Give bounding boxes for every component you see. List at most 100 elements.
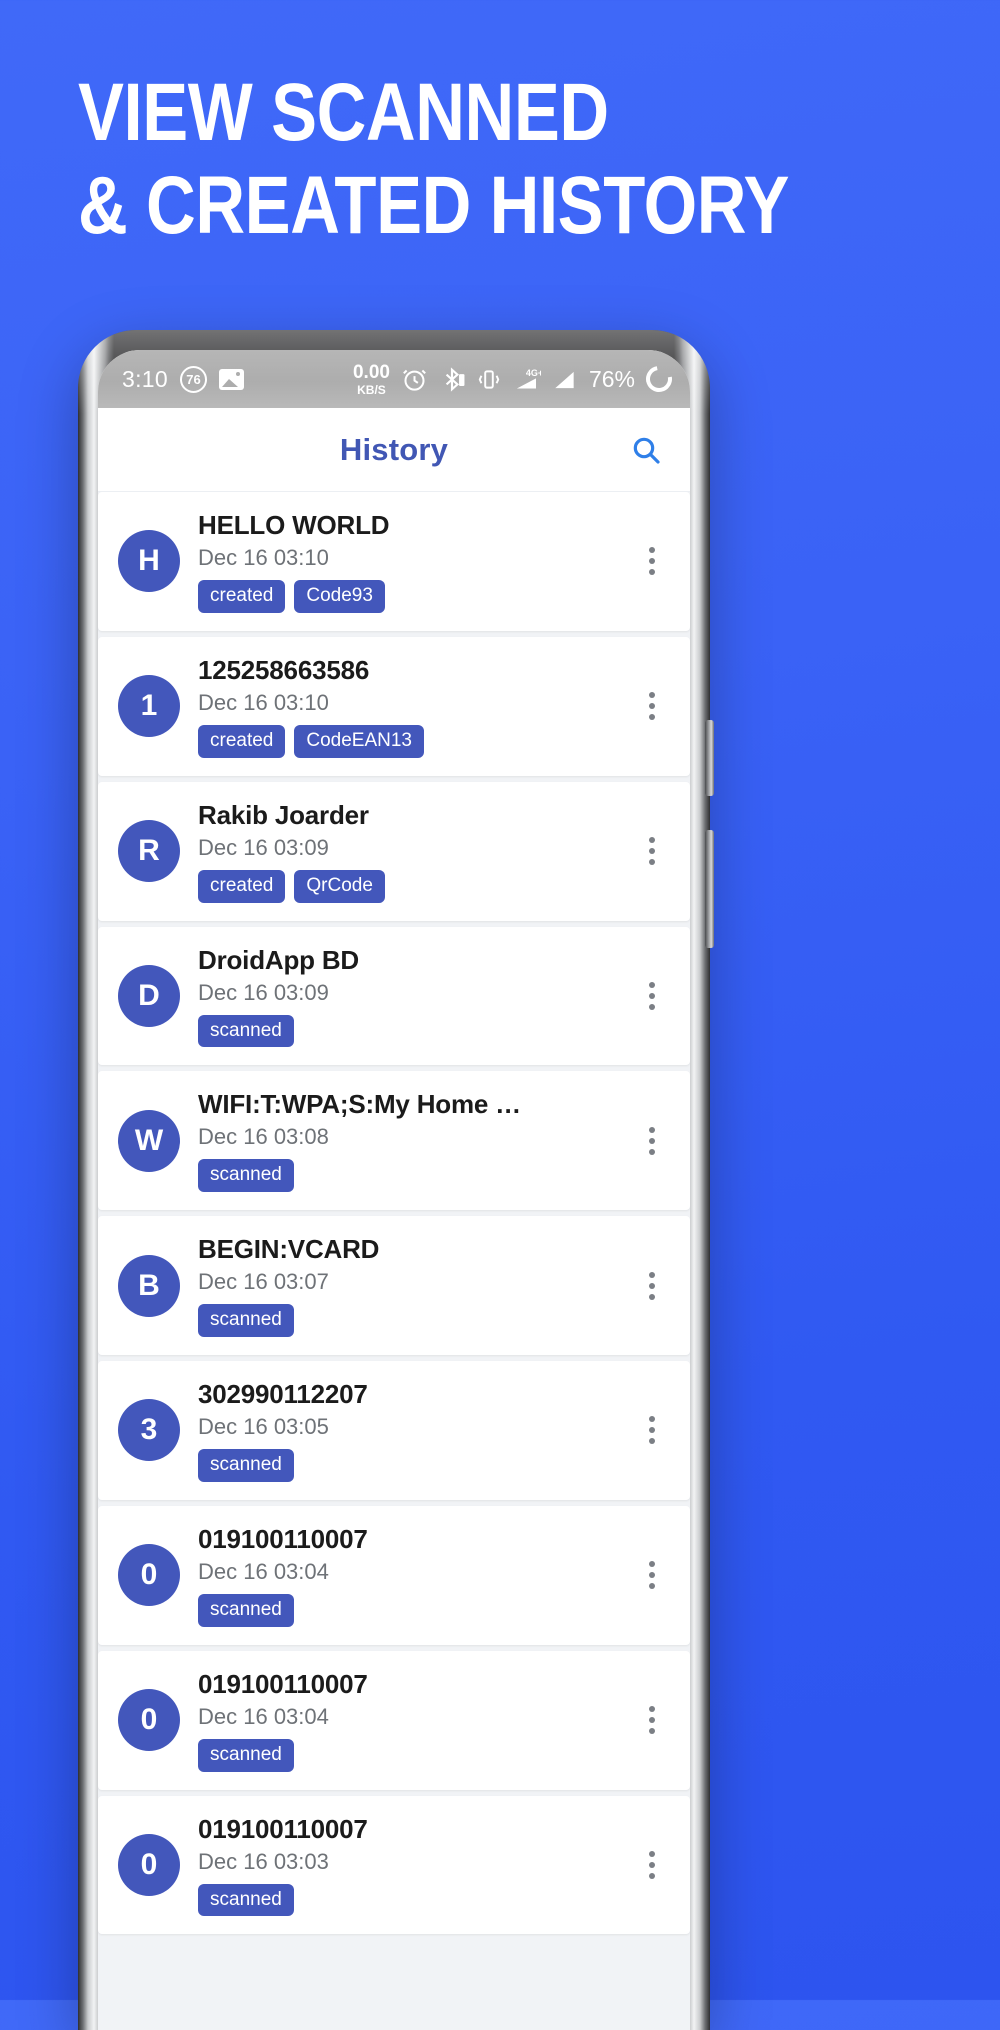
list-item[interactable]: D DroidApp BD Dec 16 03:09 scanned (98, 926, 690, 1066)
list-item-chips: created CodeEAN13 (198, 724, 612, 758)
list-item-timestamp: Dec 16 03:03 (198, 1848, 329, 1874)
list-item-title: Rakib Joarder (198, 799, 369, 830)
alarm-clock-icon (403, 369, 426, 391)
list-item-content: 125258663586 Dec 16 03:10 created CodeEAN13 (198, 655, 612, 758)
status-badge: scanned (198, 1304, 294, 1338)
promo-headline-line-1: VIEW SCANNED (78, 67, 609, 158)
battery-ring-icon (640, 360, 678, 398)
status-badge: scanned (198, 1159, 294, 1193)
list-item[interactable]: R Rakib Joarder Dec 16 03:09 created QrCode (98, 781, 690, 921)
list-item-chips: created QrCode (198, 869, 612, 903)
phone-mockup: 3:10 76 0.00 KB/S 4G 76% History H HELLO… (78, 330, 714, 2030)
phone-volume-button[interactable] (705, 720, 714, 796)
list-item-content: WIFI:T:WPA;S:My Home … Dec 16 03:08 scanne… (198, 1089, 612, 1193)
battery-percent-label: 76% (588, 365, 635, 392)
more-options-icon[interactable] (630, 981, 674, 1010)
list-item-timestamp: Dec 16 03:04 (198, 1703, 329, 1729)
list-item[interactable]: 0 019100110007 Dec 16 03:04 scanned (98, 1505, 690, 1645)
list-item-timestamp: Dec 16 03:10 (198, 689, 329, 715)
status-badge: QrCode (294, 869, 385, 903)
more-options-icon[interactable] (630, 837, 674, 866)
status-badge: scanned (198, 1883, 294, 1917)
svg-text:4G+: 4G+ (526, 368, 541, 378)
avatar: B (118, 1254, 180, 1317)
more-options-icon[interactable] (630, 1851, 674, 1880)
avatar: D (118, 964, 180, 1027)
vibrate-icon (478, 369, 500, 389)
more-options-icon[interactable] (630, 1416, 674, 1445)
list-item[interactable]: 0 019100110007 Dec 16 03:04 scanned (98, 1650, 690, 1790)
more-options-icon[interactable] (630, 1561, 674, 1590)
list-item[interactable]: B BEGIN:VCARD Dec 16 03:07 scanned (98, 1216, 690, 1356)
status-badge: scanned (198, 1738, 294, 1772)
list-item-chips: scanned (198, 1593, 612, 1627)
history-list[interactable]: H HELLO WORLD Dec 16 03:10 created Code93 1 12… (98, 492, 690, 2030)
list-item-content: HELLO WORLD Dec 16 03:10 created Code93 (198, 510, 612, 613)
list-item[interactable]: 1 125258663586 Dec 16 03:10 created CodeEAN1… (98, 636, 690, 776)
avatar: 0 (118, 1834, 180, 1897)
status-badge: CodeEAN13 (294, 724, 424, 758)
more-options-icon[interactable] (630, 547, 674, 576)
list-item-content: 019100110007 Dec 16 03:04 scanned (198, 1669, 612, 1772)
list-item-timestamp: Dec 16 03:10 (198, 545, 329, 570)
list-item-title: 019100110007 (198, 1523, 368, 1554)
avatar: 0 (118, 1689, 180, 1752)
more-options-icon[interactable] (630, 1706, 674, 1735)
list-item-title: HELLO WORLD (198, 510, 390, 540)
search-icon[interactable] (624, 428, 668, 472)
list-item-content: BEGIN:VCARD Dec 16 03:07 scanned (198, 1234, 612, 1338)
list-item-chips: scanned (198, 1449, 612, 1482)
signal-bars-icon (555, 371, 574, 388)
list-item-chips: created Code93 (198, 580, 612, 613)
list-item-content: 302990112207 Dec 16 03:05 scanned (198, 1379, 612, 1482)
status-bar-left: 3:10 76 (122, 365, 244, 393)
phone-power-button[interactable] (705, 830, 714, 948)
phone-screen: 3:10 76 0.00 KB/S 4G 76% History H HELLO… (98, 350, 690, 2030)
page-title: History (339, 431, 449, 467)
more-options-icon[interactable] (630, 692, 674, 721)
list-item-title: 019100110007 (198, 1813, 368, 1844)
status-badge: scanned (198, 1449, 294, 1482)
status-badge: scanned (198, 1593, 294, 1627)
status-badge: created (198, 580, 286, 613)
list-item-chips: scanned (198, 1304, 612, 1338)
list-item-timestamp: Dec 16 03:09 (198, 834, 329, 860)
list-item-content: 019100110007 Dec 16 03:03 scanned (198, 1814, 612, 1917)
list-item-chips: scanned (198, 1883, 612, 1917)
avatar: H (118, 530, 180, 593)
list-item[interactable]: H HELLO WORLD Dec 16 03:10 created Code93 (98, 492, 690, 631)
list-item-title: WIFI:T:WPA;S:My Home … (198, 1089, 521, 1120)
list-item-timestamp: Dec 16 03:08 (198, 1124, 329, 1150)
list-item-title: BEGIN:VCARD (198, 1234, 380, 1265)
list-item-timestamp: Dec 16 03:05 (198, 1414, 329, 1440)
list-item-chips: scanned (198, 1014, 612, 1048)
list-item-timestamp: Dec 16 03:07 (198, 1269, 329, 1295)
status-badge: Code93 (294, 580, 385, 613)
list-item[interactable]: W WIFI:T:WPA;S:My Home … Dec 16 03:08 scann… (98, 1071, 690, 1211)
list-item-timestamp: Dec 16 03:04 (198, 1558, 329, 1584)
list-item-title: DroidApp BD (198, 944, 359, 975)
list-item-timestamp: Dec 16 03:09 (198, 979, 329, 1005)
list-item-chips: scanned (198, 1738, 612, 1772)
more-options-icon[interactable] (630, 1271, 674, 1300)
promo-headline-line-2: & CREATED HISTORY (78, 160, 790, 252)
list-item-title: 019100110007 (198, 1668, 368, 1699)
image-icon (218, 368, 244, 390)
list-item-title: 302990112207 (198, 1379, 368, 1410)
network-speed-indicator: 0.00 KB/S (353, 363, 390, 396)
avatar: 3 (118, 1399, 180, 1462)
list-item-chips: scanned (198, 1159, 612, 1193)
avatar: W (118, 1109, 180, 1172)
status-bar: 3:10 76 0.00 KB/S 4G 76% (98, 350, 690, 408)
app-bar: History (98, 408, 690, 492)
avatar: 1 (118, 675, 180, 738)
bluetooth-icon (445, 366, 465, 392)
list-item[interactable]: 0 019100110007 Dec 16 03:03 scanned (98, 1795, 690, 1935)
more-options-icon[interactable] (630, 1126, 674, 1155)
status-bar-right: 0.00 KB/S 4G+ (353, 360, 678, 398)
status-badge: created (198, 724, 286, 758)
promo-headline: VIEW SCANNED & CREATED HISTORY (78, 67, 938, 258)
avatar: R (118, 820, 180, 883)
status-badge: created (198, 869, 286, 903)
list-item[interactable]: 3 302990112207 Dec 16 03:05 scanned (98, 1361, 690, 1500)
